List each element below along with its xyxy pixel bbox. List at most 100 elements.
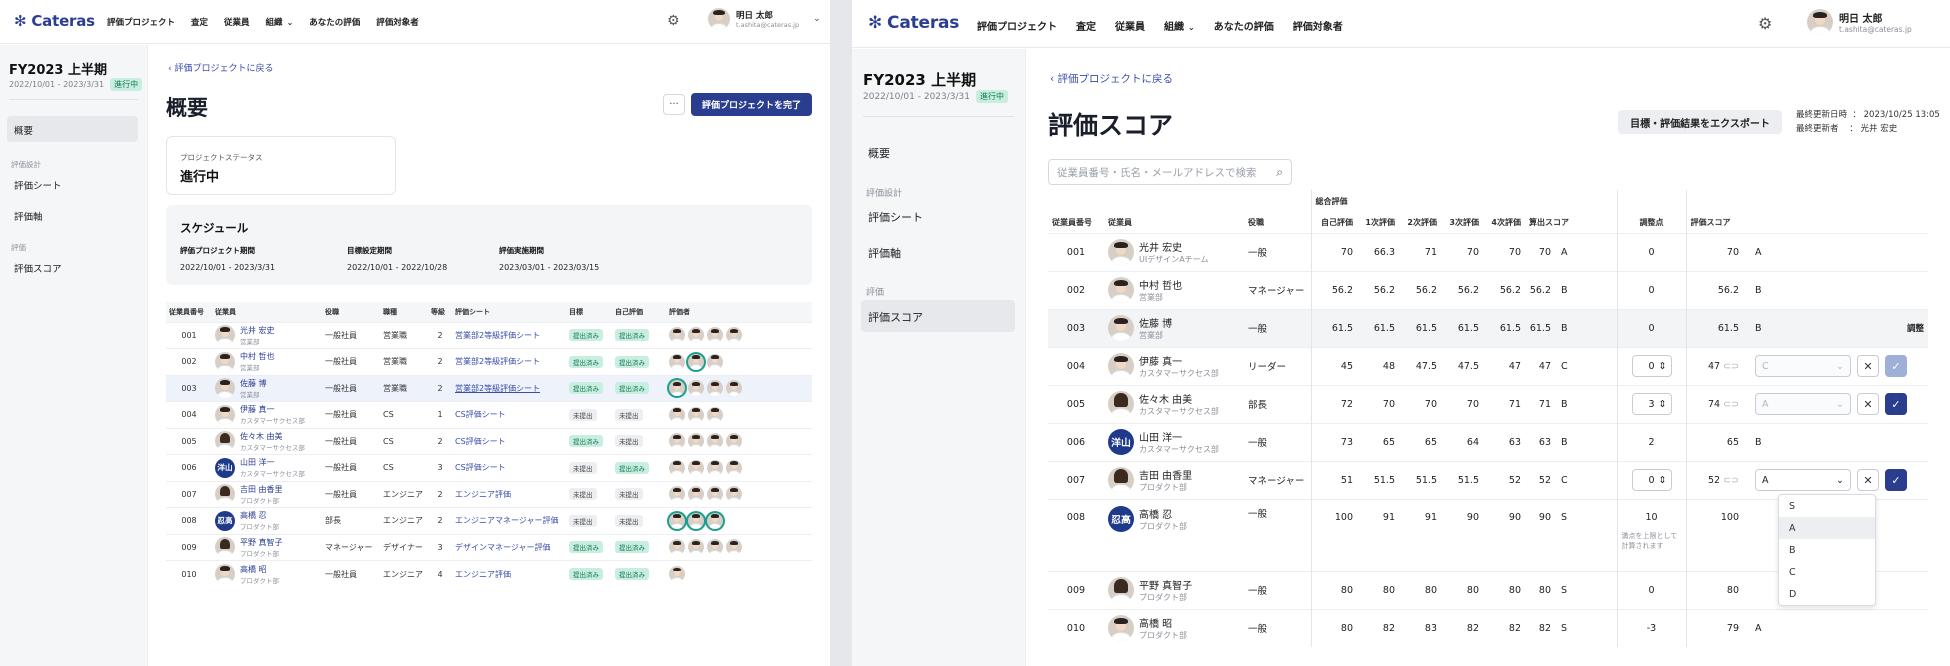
sidebar-item-sheet[interactable]: 評価シート [14,178,62,192]
back-link[interactable]: ‹ 評価プロジェクトに戻る [168,61,273,74]
nav-my-evaluation[interactable]: あなたの評価 [309,16,360,28]
table-row[interactable]: 006 洋山 山田 洋一 カスタマーサクセス部 一般社員 CS 3 CS評価シート 未提出 提出済… [166,454,812,481]
sheet-link[interactable]: CS評価シート [455,410,506,419]
employee-name[interactable]: 中村 哲也 [1139,277,1182,292]
adjustment-stepper[interactable]: 0 ⇕ [1631,355,1672,377]
employee-name[interactable]: 伊藤 真一 [240,404,305,415]
adjustment-stepper[interactable]: 3 ⇕ [1631,393,1672,415]
nav-targets[interactable]: 評価対象者 [376,16,419,28]
confirm-button[interactable]: ✓ [1885,393,1907,415]
sidebar-item-axis[interactable]: 評価軸 [14,209,43,223]
grade-select[interactable]: A ⌄ [1755,469,1851,491]
sheet-link[interactable]: デザインマネージャー評価 [455,543,550,552]
table-row[interactable]: 005 佐々木 由美 カスタマーサクセス部 一般社員 CS 2 CS評価シート 提出済み 未提出 [166,427,812,455]
user-menu[interactable]: 明日 太郎 t.ashita@cateras.jp ⌄ [708,8,821,30]
nav-projects[interactable]: 評価プロジェクト [107,16,175,28]
dropdown-option[interactable]: B [1779,539,1875,561]
employee-name[interactable]: 高橋 昭 [240,564,279,575]
sheet-link[interactable]: CS評価シート [455,437,506,446]
grade-select[interactable]: A ⌄ [1755,393,1851,415]
sidebar-item-score[interactable]: 評価スコア [14,261,62,275]
table-row[interactable]: 008 忍高 高橋 忍プロダクト部 部長 エンジニア 2 エンジニアマネージャー評価 未提出未… [166,507,812,534]
employee-name[interactable]: 佐藤 博 [240,378,267,389]
cancel-button[interactable]: ✕ [1857,393,1879,415]
employee-name[interactable]: 佐々木 由美 [1139,391,1219,406]
table-row[interactable]: 001 光井 宏史 営業部 一般社員 営業職 2 営業部2等級評価シート 提出済み 提出済み [166,321,812,349]
table-row[interactable]: 002 中村 哲也 営業部 一般社員 営業職 2 営業部2等級評価シート 提出済み 提出済み [166,348,812,375]
stepper-arrows-icon[interactable]: ⇕ [1659,361,1667,372]
sheet-link[interactable]: エンジニアマネージャー評価 [455,516,558,525]
cancel-button[interactable]: ✕ [1857,469,1879,491]
employee-name[interactable]: 佐々木 由美 [240,431,305,442]
user-menu[interactable]: 明日 太郎 t.ashita@cateras.jp [1807,9,1912,35]
nav-targets[interactable]: 評価対象者 [1293,18,1343,33]
table-row[interactable]: 005 佐々木 由美 カスタマーサクセス部 部長 72 70 70 70 71 71 B 3 ⇕ 74 ⊂⊃… [1048,384,1928,423]
nav-organization[interactable]: 組織 ⌄ [266,16,294,28]
sidebar-item-overview[interactable]: 概要 [7,116,138,142]
logo[interactable]: ✻ Cateras [14,12,95,30]
confirm-button[interactable]: ✓ [1885,355,1907,377]
stepper-arrows-icon[interactable]: ⇕ [1659,399,1667,410]
sheet-link[interactable]: エンジニア評価 [455,490,511,499]
nav-employees[interactable]: 従業員 [224,16,250,28]
table-row[interactable]: 007 吉田 由香里 プロダクト部 一般社員 エンジニア 2 エンジニア評価 未提出 未提出 [166,480,812,508]
employee-name[interactable]: 佐藤 博 [1139,315,1172,330]
nav-organization[interactable]: 組織 ⌄ [1164,18,1195,33]
nav-assessment[interactable]: 査定 [191,16,208,28]
gear-icon[interactable]: ⚙ [1758,14,1772,33]
table-row[interactable]: 001 光井 宏史 UIデザインAチーム 一般 70 66.3 71 70 70 70 A 0 70 A [1048,232,1928,271]
search-input[interactable]: 従業員番号・氏名・メールアドレスで検索 ⌕ [1048,159,1292,185]
grade-select[interactable]: C ⌄ [1755,355,1851,377]
employee-name[interactable]: 高橋 忍 [1139,506,1187,521]
employee-name[interactable]: 高橋 昭 [1139,615,1187,630]
employee-name[interactable]: 伊藤 真一 [1139,353,1219,368]
adjustment-stepper[interactable]: 0 ⇕ [1631,469,1672,491]
sheet-link[interactable]: CS評価シート [455,463,506,472]
table-row[interactable]: 003 佐藤 博営業部 一般社員 営業職 2 営業部2等級評価シート 提出済み 提出済み [166,374,812,402]
employee-name[interactable]: 山田 洋一 [1139,429,1219,444]
gear-icon[interactable]: ⚙ [667,13,680,29]
dropdown-option[interactable]: D [1779,583,1875,605]
sidebar-item-sheet[interactable]: 評価シート [868,209,923,225]
sidebar-item-axis[interactable]: 評価軸 [868,245,901,261]
employee-name[interactable]: 中村 哲也 [240,351,275,362]
adjust-button[interactable]: 調整 [1907,322,1924,334]
confirm-button[interactable]: ✓ [1885,469,1907,491]
table-row[interactable]: 010 高橋 昭プロダクト部 一般 80 82 83 82 82 82 S -3 79 A [1048,608,1928,647]
employee-name[interactable]: 平野 真智子 [240,537,283,548]
nav-assessment[interactable]: 査定 [1076,18,1096,33]
nav-employees[interactable]: 従業員 [1115,18,1145,33]
logo[interactable]: ✻ Cateras [868,13,959,33]
dropdown-option-selected[interactable]: A [1779,517,1875,539]
table-row[interactable]: 004 伊藤 真一 カスタマーサクセス部 一般社員 CS 1 CS評価シート 未提出 未提出 [166,401,812,428]
complete-project-button[interactable]: 評価プロジェクトを完了 [691,93,812,116]
sidebar-item-overview[interactable]: 概要 [868,145,890,161]
dropdown-option[interactable]: C [1779,561,1875,583]
employee-name[interactable]: 光井 宏史 [240,325,275,336]
employee-name[interactable]: 吉田 由香里 [240,484,283,495]
employee-name[interactable]: 光井 宏史 [1139,239,1208,254]
employee-name[interactable]: 山田 洋一 [240,457,305,468]
table-row[interactable]: 002 中村 哲也 営業部 マネージャー 56.2 56.2 56.2 56.2 56.2 56.… [1048,270,1928,309]
sidebar-item-score[interactable]: 評価スコア [861,300,1015,332]
sheet-link[interactable]: エンジニア評価 [455,570,511,579]
nav-projects[interactable]: 評価プロジェクト [977,18,1057,33]
table-row[interactable]: 003 佐藤 博営業部 一般 61.5 61.5 61.5 61.5 61.5 61.5 B 0 61… [1048,308,1928,347]
nav-my-evaluation[interactable]: あなたの評価 [1214,18,1274,33]
export-button[interactable]: 目標・評価結果をエクスポート [1618,110,1782,134]
stepper-arrows-icon[interactable]: ⇕ [1659,475,1667,486]
sheet-link[interactable]: 営業部2等級評価シート [455,331,540,340]
employee-name[interactable]: 吉田 由香里 [1139,467,1192,482]
employee-name[interactable]: 高橋 忍 [240,510,279,521]
more-button[interactable]: ··· [663,94,685,115]
cancel-button[interactable]: ✕ [1857,355,1879,377]
sheet-link[interactable]: 営業部2等級評価シート [455,357,540,366]
dropdown-option[interactable]: S [1779,495,1875,517]
table-row[interactable]: 009 平野 真智子 プロダクト部 マネージャー デザイナー 3 デザインマネージャー評価 提… [166,533,812,561]
table-row[interactable]: 004 伊藤 真一 カスタマーサクセス部 リーダー 45 48 47.5 47.5 47 47 C 0… [1048,346,1928,385]
employee-name[interactable]: 平野 真智子 [1139,577,1192,592]
back-link[interactable]: ‹ 評価プロジェクトに戻る [1050,71,1173,86]
table-row[interactable]: 006 洋山 山田 洋一 カスタマーサクセス部 一般 73 65 65 64 63 63 B 2 65 B [1048,422,1928,461]
sheet-link[interactable]: 営業部2等級評価シート [455,384,540,393]
table-row[interactable]: 010 高橋 昭プロダクト部 一般社員 エンジニア 4 エンジニア評価 提出済み 提出済み [166,560,812,587]
